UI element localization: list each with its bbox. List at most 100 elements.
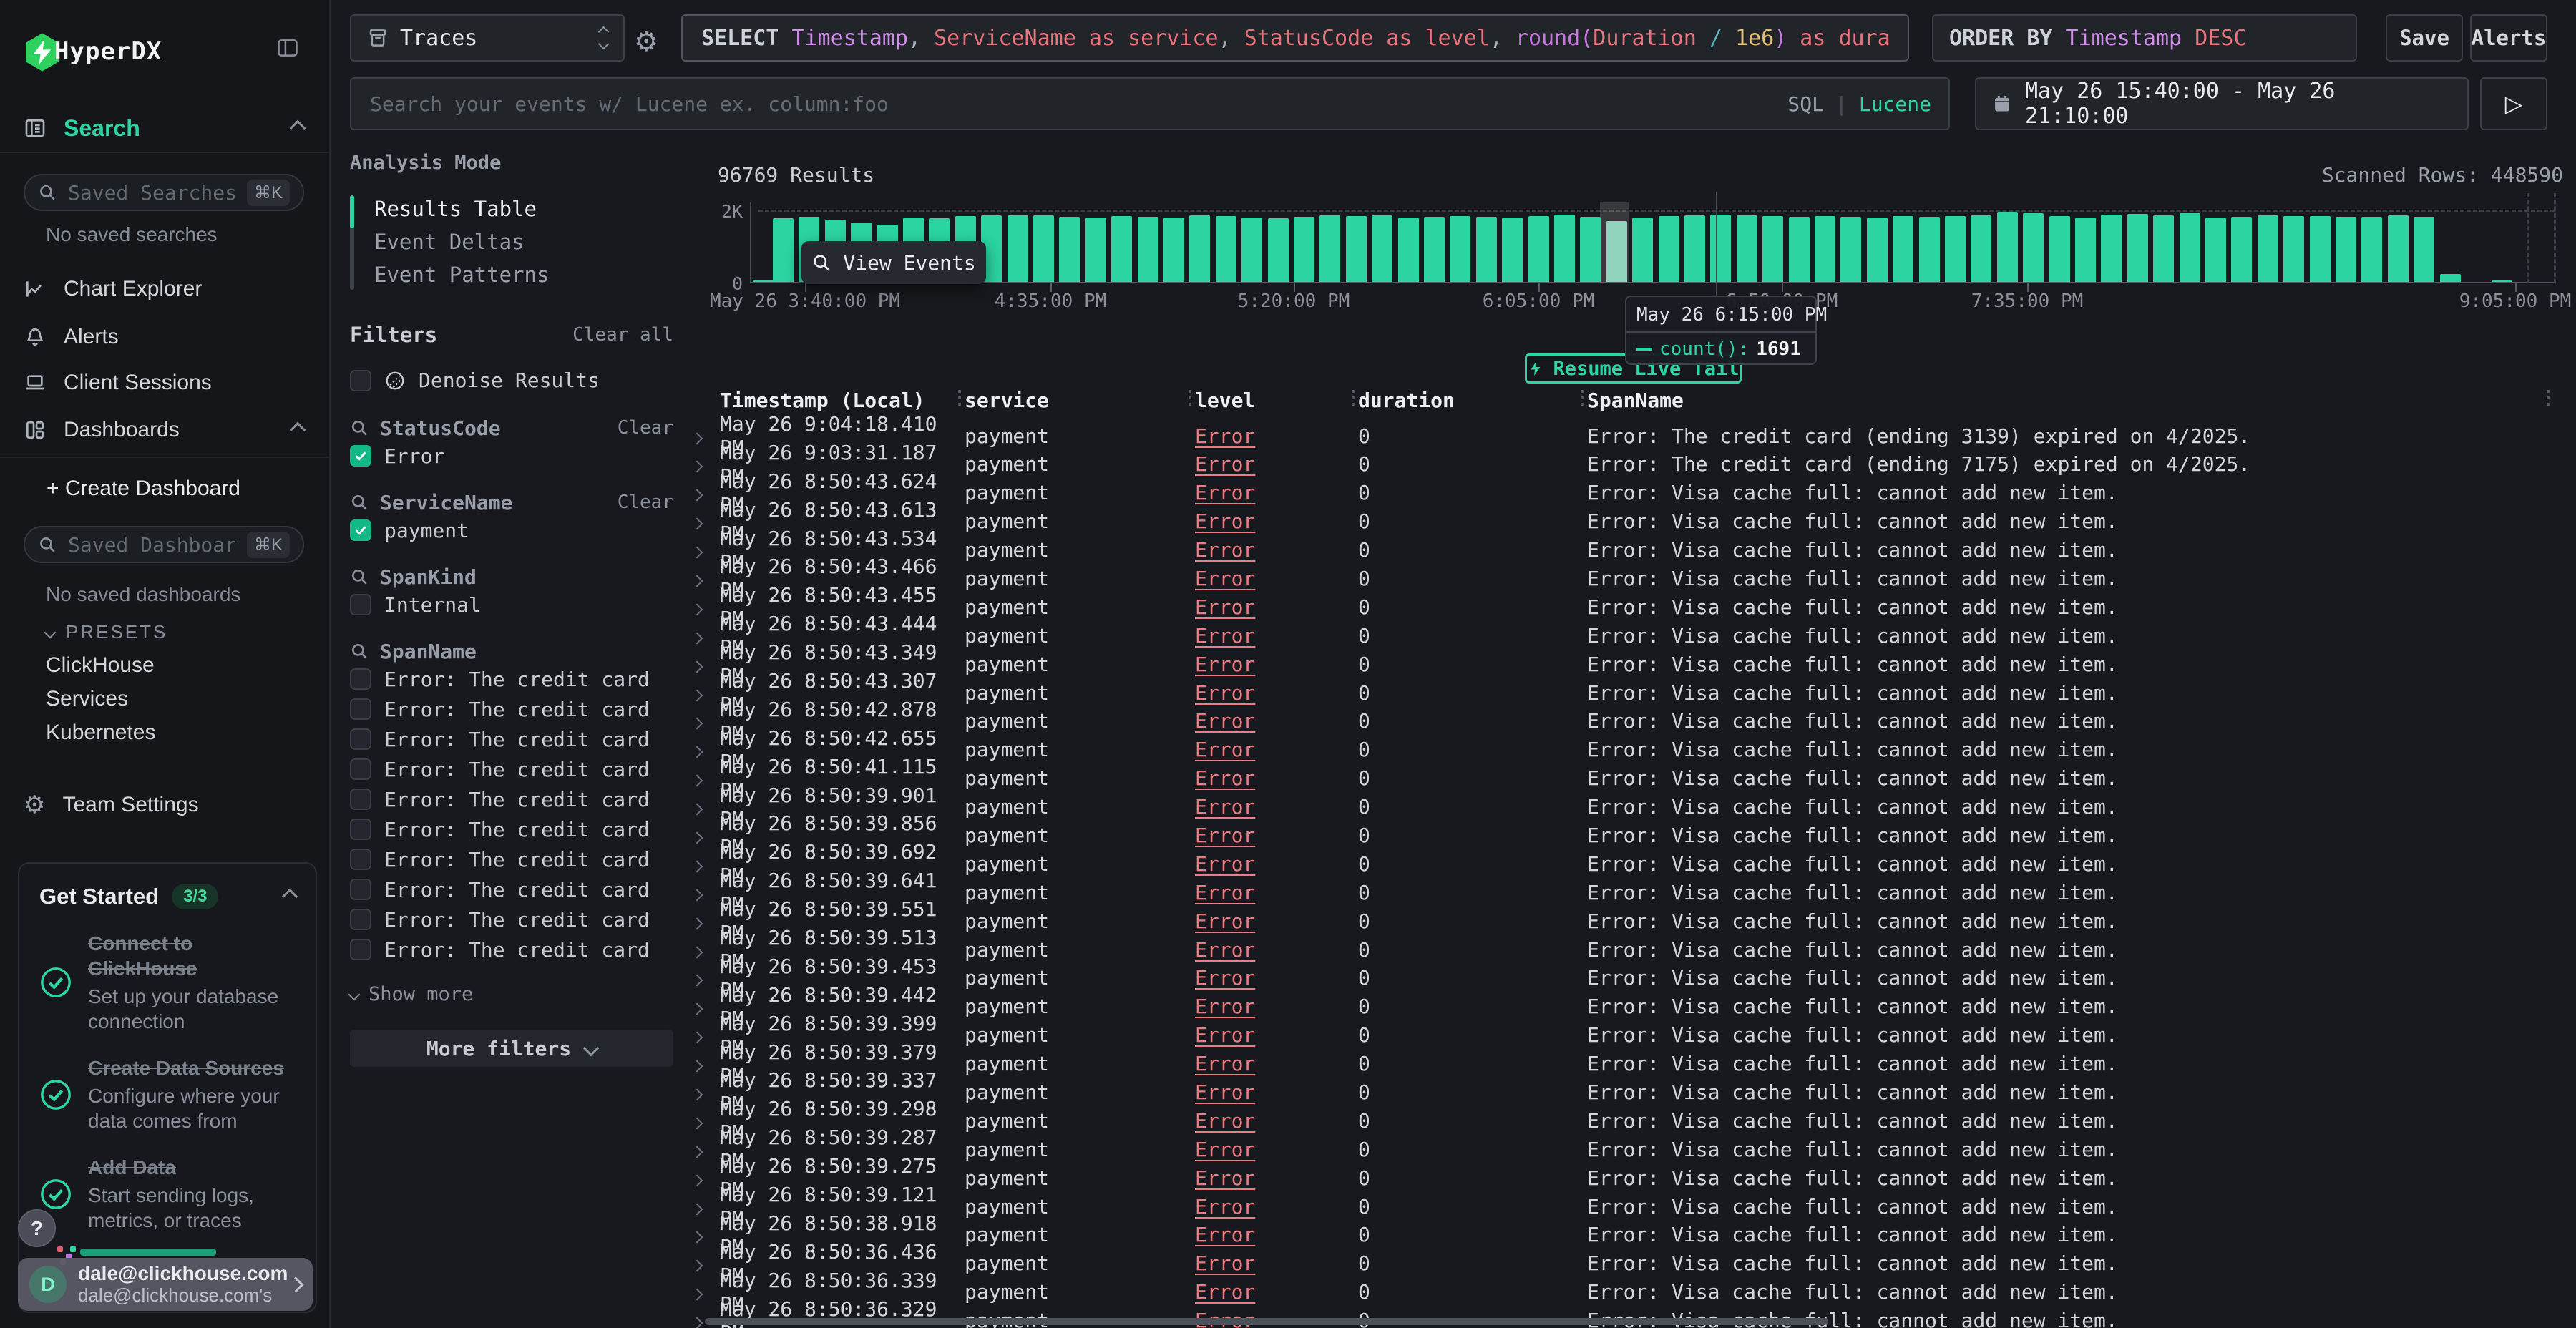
filter-clear-button[interactable]: Clear	[618, 492, 673, 513]
save-button[interactable]: Save	[2386, 14, 2463, 62]
sidebar-item-kubernetes[interactable]: Kubernetes	[46, 721, 155, 745]
histogram-bar[interactable]	[2414, 217, 2434, 282]
histogram-bar[interactable]	[1241, 218, 1262, 282]
sql-mode-toggle[interactable]: SQL	[1787, 92, 1824, 116]
checkbox-icon[interactable]	[350, 728, 371, 750]
histogram-bar[interactable]	[1033, 215, 1054, 282]
filter-checkbox-item[interactable]: Error: The credit card …	[350, 844, 673, 874]
saved-searches-input[interactable]	[67, 180, 237, 205]
histogram-bar[interactable]	[2101, 215, 2122, 282]
histogram-bar[interactable]	[1684, 215, 1705, 282]
table-row[interactable]: May 26 9:04:18.410 PMpaymentError0Error:…	[687, 412, 2576, 441]
expand-chevron-icon[interactable]	[691, 603, 703, 615]
filter-checkbox-item[interactable]: Error: The credit card …	[350, 904, 673, 934]
filter-checkbox-item[interactable]: Error: The credit card …	[350, 814, 673, 844]
checkbox-icon[interactable]	[350, 909, 371, 930]
histogram-bar[interactable]	[1815, 216, 1835, 282]
histogram-bar[interactable]	[1372, 215, 1392, 282]
histogram-bar[interactable]	[1919, 217, 1940, 282]
expand-chevron-icon[interactable]	[691, 1317, 703, 1328]
expand-chevron-icon[interactable]	[691, 1060, 703, 1073]
histogram-bar[interactable]	[1294, 217, 1314, 282]
histogram-bar[interactable]	[1085, 218, 1106, 282]
expand-chevron-icon[interactable]	[691, 547, 703, 559]
expand-chevron-icon[interactable]	[691, 1003, 703, 1015]
expand-chevron-icon[interactable]	[691, 1117, 703, 1129]
histogram-bar[interactable]	[2153, 215, 2174, 282]
checkbox-icon[interactable]	[350, 939, 371, 960]
histogram-bar[interactable]	[1502, 218, 1523, 282]
histogram-bar[interactable]	[1606, 221, 1627, 282]
filter-checkbox-item[interactable]: Error: The credit card …	[350, 934, 673, 965]
histogram-bar[interactable]	[1450, 216, 1470, 282]
expand-chevron-icon[interactable]	[691, 1174, 703, 1186]
histogram-bar[interactable]	[1945, 216, 1966, 282]
collapse-sidebar-icon[interactable]	[275, 37, 300, 59]
histogram-bar[interactable]	[1346, 216, 1367, 282]
histogram-bar[interactable]	[1893, 216, 1913, 282]
histogram-bar[interactable]	[2361, 217, 2382, 282]
user-menu[interactable]: D dale@clickhouse.com dale@clickhouse.co…	[18, 1258, 313, 1311]
filter-checkbox-item[interactable]: Error: The credit card …	[350, 724, 673, 754]
checkbox-icon[interactable]	[350, 698, 371, 720]
filter-checkbox-item[interactable]: Error: The credit card …	[350, 694, 673, 724]
histogram-bar[interactable]	[1867, 218, 1888, 282]
expand-chevron-icon[interactable]	[691, 518, 703, 530]
histogram-bar[interactable]	[2258, 215, 2278, 282]
mode-results-table[interactable]: Results Table	[374, 192, 673, 225]
chevron-up-icon[interactable]	[290, 422, 306, 439]
more-filters-button[interactable]: More filters	[350, 1030, 673, 1067]
expand-chevron-icon[interactable]	[691, 804, 703, 816]
source-settings-gear-icon[interactable]: ⚙	[634, 26, 658, 57]
histogram-bar[interactable]	[773, 218, 794, 282]
get-started-item[interactable]: Create Data Sources Configure where your…	[39, 1055, 296, 1133]
expand-chevron-icon[interactable]	[691, 632, 703, 644]
expand-chevron-icon[interactable]	[691, 461, 703, 473]
histogram-bar[interactable]	[1138, 217, 1158, 282]
time-range-picker[interactable]: May 26 15:40:00 - May 26 21:10:00	[1975, 77, 2469, 130]
expand-chevron-icon[interactable]	[691, 975, 703, 987]
histogram-bar[interactable]	[2127, 214, 2148, 282]
expand-chevron-icon[interactable]	[691, 432, 703, 444]
column-drag-icon[interactable]: ⋮	[1344, 387, 1362, 409]
expand-chevron-icon[interactable]	[691, 860, 703, 872]
histogram-bar[interactable]	[2049, 216, 2070, 282]
histogram-bar[interactable]	[2283, 216, 2304, 282]
filter-checkbox-item[interactable]: Error: The credit card …	[350, 874, 673, 904]
histogram-bar[interactable]	[2388, 215, 2409, 282]
denoise-results-toggle[interactable]: Denoise Results	[350, 368, 673, 392]
chevron-up-icon[interactable]	[282, 889, 298, 905]
histogram-bar[interactable]	[1528, 216, 1549, 282]
histogram-bar[interactable]	[2492, 280, 2512, 282]
mode-event-deltas[interactable]: Event Deltas	[374, 225, 673, 258]
histogram-bar[interactable]	[2180, 213, 2200, 282]
histogram-bar[interactable]	[1424, 217, 1445, 282]
lucene-search-bar[interactable]: SQL | Lucene	[350, 77, 1950, 130]
chevron-up-icon[interactable]	[290, 120, 306, 137]
histogram-bar[interactable]	[2440, 274, 2461, 282]
histogram-bar[interactable]	[2075, 218, 2096, 282]
filter-clear-button[interactable]: Clear	[618, 417, 673, 439]
expand-chevron-icon[interactable]	[691, 1260, 703, 1272]
horizontal-scrollbar[interactable]	[705, 1318, 1828, 1325]
column-drag-icon[interactable]: ⋮	[1573, 387, 1591, 409]
checkbox-icon[interactable]	[350, 879, 371, 900]
saved-dashboards-input[interactable]	[67, 532, 237, 557]
order-by-editor[interactable]: ORDER BY Timestamp DESC	[1932, 14, 2357, 62]
column-spanname[interactable]: ⋮SpanName⋮	[1587, 389, 2576, 412]
histogram-bar[interactable]	[1632, 218, 1653, 282]
histogram-bar[interactable]	[1737, 215, 1757, 282]
view-events-button[interactable]: View Events	[801, 241, 986, 284]
expand-chevron-icon[interactable]	[691, 746, 703, 758]
histogram-bar[interactable]	[1216, 216, 1236, 282]
sidebar-item-clickhouse[interactable]: ClickHouse	[46, 653, 155, 678]
checkbox-icon[interactable]	[350, 668, 371, 690]
histogram-bar[interactable]	[1398, 218, 1419, 282]
sidebar-item-dashboards[interactable]: Dashboards	[0, 409, 329, 451]
expand-chevron-icon[interactable]	[691, 1289, 703, 1301]
column-duration[interactable]: ⋮duration	[1358, 389, 1587, 412]
saved-searches-search[interactable]: ⌘K	[24, 174, 304, 211]
column-timestamp[interactable]: Timestamp (Local)	[720, 389, 965, 412]
expand-chevron-icon[interactable]	[691, 1032, 703, 1044]
lucene-mode-toggle[interactable]: Lucene	[1859, 92, 1931, 116]
